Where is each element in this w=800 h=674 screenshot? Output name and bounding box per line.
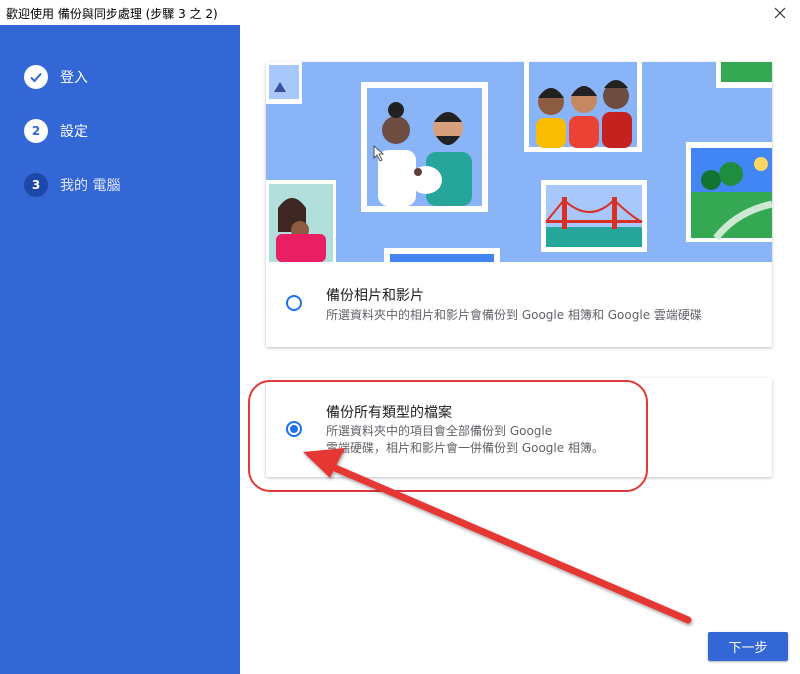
option-row-all-files[interactable]: 備份所有類型的檔案 所選資料夾中的項目會全部備份到 Google 雲端硬碟，相片… [266, 378, 772, 477]
next-button[interactable]: 下一步 [708, 632, 788, 661]
close-button[interactable] [760, 0, 800, 25]
radio-photos[interactable] [286, 295, 302, 311]
step-marker-done [24, 65, 48, 89]
option-card-photos[interactable]: 備份相片和影片 所選資料夾中的相片和影片會備份到 Google 相簿和 Goog… [266, 62, 772, 347]
option-description-line-1: 所選資料夾中的項目會全部備份到 Google [326, 424, 553, 438]
step-label: 登入 [60, 70, 88, 86]
step-my-computer: 3 我的 電腦 [24, 173, 120, 197]
step-label: 我的 電腦 [60, 178, 121, 194]
option-row-photos[interactable]: 備份相片和影片 所選資料夾中的相片和影片會備份到 Google 相簿和 Goog… [266, 262, 772, 347]
step-settings: 2 設定 [24, 119, 88, 143]
option-card-all-files[interactable]: 備份所有類型的檔案 所選資料夾中的項目會全部備份到 Google 雲端硬碟，相片… [266, 378, 772, 477]
option-title: 備份相片和影片 [326, 288, 424, 304]
step-sign-in: 登入 [24, 65, 88, 89]
main-panel: 備份相片和影片 所選資料夾中的相片和影片會備份到 Google 相簿和 Goog… [240, 25, 800, 674]
step-label: 設定 [60, 124, 88, 140]
step-marker-pending: 3 [24, 173, 48, 197]
photo-collage-illustration [266, 62, 772, 262]
option-title: 備份所有類型的檔案 [326, 405, 452, 421]
radio-selected-dot [290, 425, 298, 433]
radio-all-files[interactable] [286, 421, 302, 437]
sidebar: 登入 2 設定 3 我的 電腦 [0, 25, 240, 674]
title-bar: 歡迎使用 備份與同步處理 (步驟 3 之 2) [0, 0, 800, 26]
photos-illustration [266, 62, 772, 262]
checkmark-icon [30, 72, 42, 83]
window-title: 歡迎使用 備份與同步處理 (步驟 3 之 2) [6, 7, 218, 21]
option-description-line-2: 雲端硬碟，相片和影片會一併備份到 Google 相簿。 [326, 441, 604, 455]
step-marker-active: 2 [24, 119, 48, 143]
option-description: 所選資料夾中的相片和影片會備份到 Google 相簿和 Google 雲端硬碟 [326, 308, 702, 322]
close-icon [774, 7, 786, 18]
